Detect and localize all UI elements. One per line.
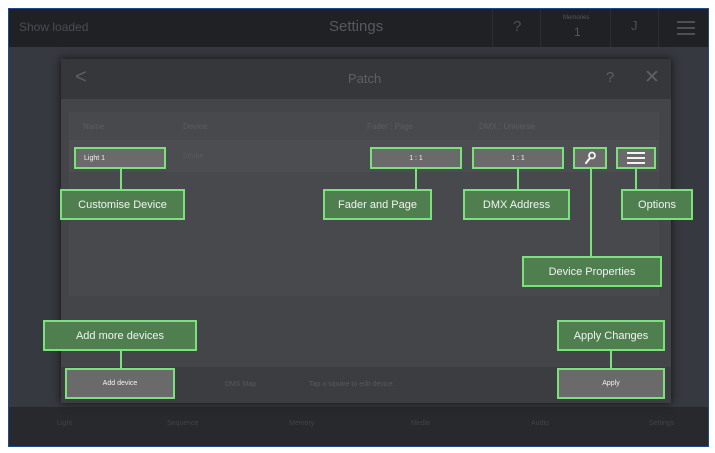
device-type: Strobe [183,153,204,160]
page-title: Settings [329,18,384,35]
nav-light[interactable]: Light [57,420,72,427]
device-properties-button[interactable] [573,147,607,169]
dialog-title: Patch [348,71,382,86]
memories-button[interactable]: Memories 1 [540,9,611,47]
user-initial: J [631,18,638,33]
nav-sequence[interactable]: Sequence [167,420,199,427]
connector [415,169,417,189]
close-icon[interactable]: ✕ [644,66,660,89]
memories-label: Memories [563,15,590,21]
column-header: Name [83,122,105,131]
callout-fader-page: Fader and Page [323,189,432,220]
options-button[interactable] [616,147,656,169]
menu-button[interactable] [658,9,708,47]
connector [120,349,122,369]
nav-audio[interactable]: Audio [531,420,549,427]
column-header: DMX : Universe [479,122,536,131]
connector [517,169,519,189]
help-icon: ? [513,18,522,35]
connector [610,349,612,369]
app-frame: Show loaded Settings ? Memories 1 J Ligh… [8,8,709,447]
connector [635,169,637,189]
nav-memory[interactable]: Memory [289,420,314,427]
callout-device-properties: Device Properties [522,256,662,287]
bottom-nav: Light Sequence Memory Media Audio Settin… [9,407,708,446]
wrench-icon [584,151,596,165]
status-text: Show loaded [19,20,89,34]
patch-dialog: < Patch ? ✕ Name Device Fader : Page DMX… [61,59,671,403]
help-button[interactable]: ? [492,9,541,47]
apply-button[interactable]: Apply [557,368,665,399]
dmx-map-tab[interactable]: DMX Map [225,381,256,388]
nav-settings[interactable]: Settings [649,420,674,427]
device-name-field[interactable]: Light 1 [74,147,166,169]
user-button[interactable]: J [610,9,659,47]
dialog-header: < Patch ? ✕ [61,59,671,99]
column-header: Fader : Page [367,122,414,131]
callout-customise-device: Customise Device [60,189,185,220]
top-bar: Show loaded Settings ? Memories 1 J [9,9,708,47]
help-icon[interactable]: ? [606,69,614,86]
callout-add-more-devices: Add more devices [43,320,197,351]
callout-options: Options [621,189,693,220]
callout-apply-changes: Apply Changes [557,320,665,351]
hint-text: Tap a square to edit device. [309,381,395,388]
nav-media[interactable]: Media [411,420,430,427]
dmx-address-field[interactable]: 1 : 1 [472,147,564,169]
connector [120,169,122,189]
memories-value: 1 [574,25,581,39]
fader-page-field[interactable]: 1 : 1 [370,147,462,169]
back-icon[interactable]: < [75,66,87,89]
column-header: Device [183,122,208,131]
options-menu-icon [627,152,645,164]
callout-dmx-address: DMX Address [463,189,570,220]
connector [590,169,592,256]
add-device-button[interactable]: Add device [65,368,175,399]
